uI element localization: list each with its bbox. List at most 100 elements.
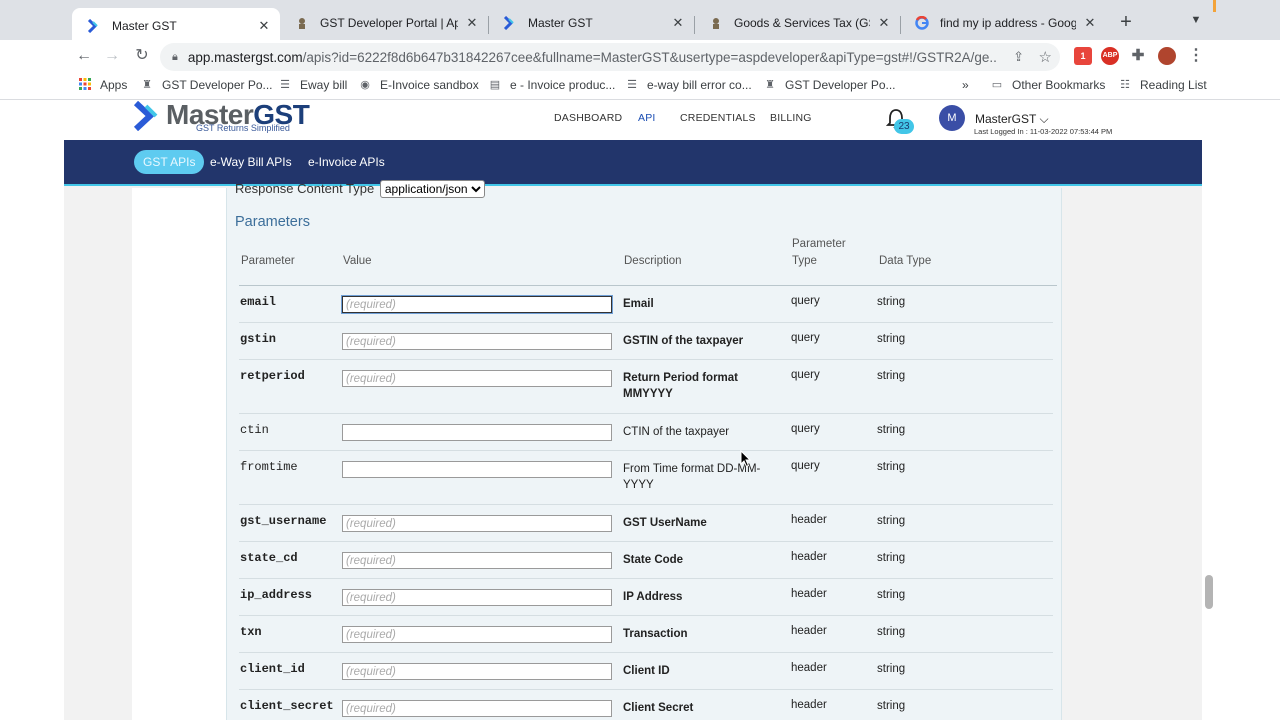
parameter-name: client_id [240, 662, 305, 676]
col-header-parameter-type: Parameter Type [792, 238, 846, 267]
browser-tab[interactable]: Goods & Services Tax (GST) | ✕ [694, 8, 900, 38]
forward-arrow-icon[interactable]: → [102, 46, 122, 66]
user-name: MasterGST [975, 112, 1037, 126]
nav-billing[interactable]: BILLING [770, 112, 812, 124]
parameter-type: header [791, 662, 827, 674]
col-header-data-type: Data Type [879, 255, 932, 267]
bookmark-gst-developer-portal[interactable]: ♜ GST Developer Po... [140, 78, 273, 92]
parameter-value-input[interactable] [342, 461, 612, 478]
parameter-description: GSTIN of the taxpayer [623, 335, 744, 347]
parameter-row: client_id Client ID header string [239, 653, 1053, 690]
notification-count-badge: 23 [894, 119, 914, 134]
page-icon: ▤ [489, 79, 501, 91]
parameter-row: fromtime From Time format DD-MM-YYYY query… [239, 451, 1053, 505]
col-header-parameter: Parameter [241, 255, 295, 267]
parameter-data-type: string [877, 296, 906, 308]
browser-tab[interactable]: GST Developer Portal | Apilist ✕ [280, 8, 488, 38]
adblock-label: ABP [1102, 52, 1118, 59]
operation-body: Response Content Type application/json P… [226, 180, 1062, 720]
parameter-value-input[interactable] [342, 296, 612, 313]
other-bookmarks-folder[interactable]: ▭ Other Bookmarks [990, 78, 1106, 92]
response-content-type-select[interactable]: application/json [379, 180, 485, 198]
close-tab-icon[interactable]: ✕ [256, 18, 272, 34]
bookmark-label: e-way bill error co... [647, 78, 752, 92]
parameter-description: GST UserName [623, 517, 707, 529]
parameter-value-input[interactable] [342, 700, 612, 717]
bookmark-label: GST Developer Po... [162, 78, 273, 92]
reload-icon[interactable]: ↻ [132, 46, 152, 66]
parameter-value-input[interactable] [342, 333, 612, 350]
parameter-data-type: string [877, 700, 906, 712]
bookmark-label: e - Invoice produc... [510, 78, 616, 92]
user-menu[interactable]: MasterGST ⌵ [975, 112, 1049, 127]
tab-search-chevron-icon[interactable]: ▼ [1188, 14, 1204, 30]
parameter-type: header [791, 551, 827, 563]
parameter-value-input[interactable] [342, 424, 612, 441]
bookmark-star-icon[interactable]: ☆ [1039, 48, 1052, 66]
gst-emblem-favicon-icon [708, 15, 724, 31]
extensions-puzzle-icon[interactable]: ✚ [1129, 47, 1147, 65]
browser-tab-title: GST Developer Portal | Apilist [320, 16, 458, 30]
bookmark-icon: ☰ [280, 79, 290, 91]
browser-tab[interactable]: Master GST ✕ [488, 8, 694, 38]
more-bookmarks-icon: » [962, 78, 969, 92]
profile-avatar-icon[interactable] [1158, 47, 1176, 65]
bookmark-label: GST Developer Po... [785, 78, 896, 92]
close-tab-icon[interactable]: ✕ [1082, 15, 1098, 31]
bookmark-e-invoice-production[interactable]: ▤ e - Invoice produc... [488, 78, 616, 92]
adblock-plus-icon[interactable]: ABP [1101, 47, 1119, 65]
page-scrollbar-thumb[interactable] [1205, 575, 1213, 609]
parameter-type: header [791, 699, 827, 711]
gst-emblem-icon: ♜ [765, 79, 775, 91]
tab-einvoice-apis[interactable]: e-Invoice APIs [299, 150, 394, 174]
extension-icon[interactable]: 1 [1074, 47, 1092, 65]
browser-tab[interactable]: Master GST ✕ [72, 8, 280, 44]
address-bar[interactable]: 🔒︎ app.mastergst.com/apis?id=6222f8d6b64… [160, 43, 1060, 71]
parameter-value-input[interactable] [342, 663, 612, 680]
tab-gst-apis[interactable]: GST APIs [134, 150, 205, 174]
mastergst-logo[interactable]: MasterGST GST Returns Simplified [133, 101, 310, 133]
close-tab-icon[interactable]: ✕ [876, 15, 892, 31]
bookmark-e-invoice-sandbox[interactable]: ◉ E-Invoice sandbox [358, 78, 479, 92]
bookmark-eway-bill-error-codes[interactable]: ☰ e-way bill error co... [625, 78, 752, 92]
close-tab-icon[interactable]: ✕ [464, 15, 480, 31]
parameter-type: query [791, 332, 820, 344]
reading-list[interactable]: ☷ Reading List [1118, 78, 1207, 92]
parameter-value-input[interactable] [342, 589, 612, 606]
parameter-name: gst_username [240, 514, 327, 528]
parameter-value-input[interactable] [342, 370, 612, 387]
bookmark-label: Eway bill [300, 78, 348, 92]
back-arrow-icon[interactable]: ← [74, 46, 94, 66]
close-tab-icon[interactable]: ✕ [670, 15, 686, 31]
parameter-value-input[interactable] [342, 515, 612, 532]
parameter-name: email [240, 295, 277, 309]
response-content-type: Response Content Type application/json [235, 180, 485, 198]
parameter-value-input[interactable] [342, 552, 612, 569]
browser-tab[interactable]: find my ip address - Google Se ✕ [900, 8, 1106, 38]
share-icon[interactable]: ⇪ [1013, 49, 1024, 65]
parameter-description: State Code [623, 554, 684, 566]
url-text[interactable]: app.mastergst.com/apis?id=6222f8d6b647b3… [188, 50, 998, 65]
bookmark-gst-developer-portal-2[interactable]: ♜ GST Developer Po... [763, 78, 896, 92]
nav-dashboard[interactable]: DASHBOARD [554, 112, 622, 124]
more-bookmarks-chevron[interactable]: » [962, 78, 969, 92]
new-tab-plus-icon[interactable]: + [1116, 12, 1136, 32]
parameter-value-input[interactable] [342, 626, 612, 643]
api-doc-panel: Response Content Type application/json P… [132, 180, 1062, 720]
nav-api[interactable]: API [636, 112, 658, 142]
parameter-data-type: string [877, 370, 906, 382]
parameter-name: retperiod [240, 369, 305, 383]
tab-eway-bill-apis[interactable]: e-Way Bill APIs [201, 150, 301, 174]
parameter-row: gst_username GST UserName header string [239, 505, 1053, 542]
browser-tab-title: Master GST [528, 16, 593, 30]
site-header: MasterGST GST Returns Simplified DASHBOA… [64, 100, 1202, 142]
bookmark-eway-bill[interactable]: ☰ Eway bill [278, 78, 347, 92]
browser-menu-kebab-icon[interactable]: ⋮ [1187, 47, 1205, 65]
mastergst-favicon-icon [86, 18, 102, 34]
nav-credentials[interactable]: CREDENTIALS [680, 112, 756, 124]
page-body: MasterGST GST Returns Simplified DASHBOA… [64, 100, 1202, 720]
parameter-name: txn [240, 625, 262, 639]
bookmark-apps[interactable]: Apps [78, 78, 127, 92]
mastergst-favicon-icon [502, 15, 518, 31]
user-avatar[interactable]: M [939, 105, 965, 131]
